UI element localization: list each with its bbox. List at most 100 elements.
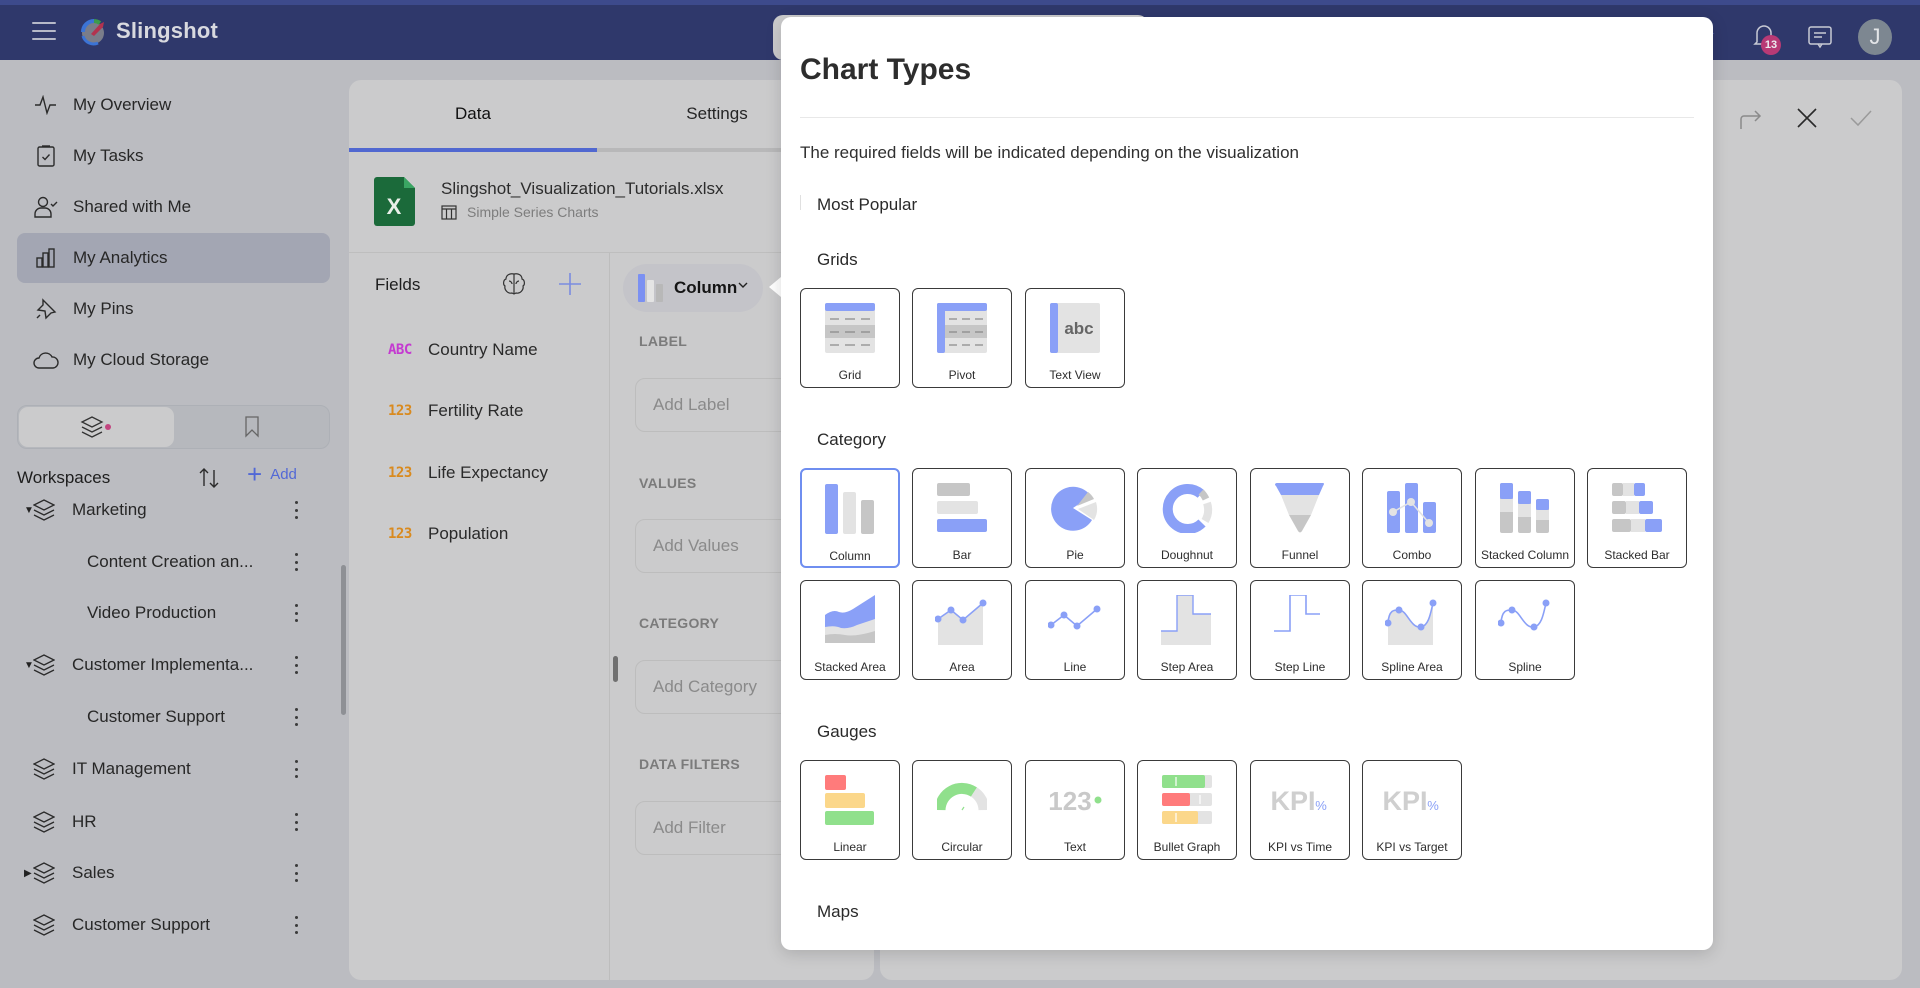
chart-type-label: Spline Area [1381,660,1443,674]
more-options-icon[interactable] [289,498,303,522]
field-item[interactable]: 123 Life Expectancy [388,458,548,488]
sidebar-scrollbar[interactable] [341,565,346,715]
chart-type-spline[interactable]: Spline [1475,580,1575,680]
workspace-label: Video Production [87,603,217,622]
user-avatar[interactable]: J [1858,19,1892,55]
more-options-icon[interactable] [289,861,303,885]
stacked-column-icon [1476,477,1574,539]
workspace-item[interactable]: HR [17,800,330,844]
sidebar-item-my-pins[interactable]: My Pins [17,284,330,334]
chart-type-pivot[interactable]: Pivot [912,288,1012,388]
chart-type-bar[interactable]: Bar [912,468,1012,568]
more-options-icon[interactable] [289,550,303,574]
panel-resize-handle[interactable] [613,656,618,682]
workspace-item[interactable]: Customer Support [17,695,330,739]
chart-type-pie[interactable]: Pie [1025,468,1125,568]
chart-type-stacked-bar[interactable]: Stacked Bar [1587,468,1687,568]
more-options-icon[interactable] [289,913,303,937]
category-section-title: CATEGORY [639,615,720,631]
sort-icon[interactable] [197,466,221,490]
redo-icon [1740,110,1762,129]
chart-type-step-line[interactable]: Step Line [1250,580,1350,680]
sidebar-item-my-cloud-storage[interactable]: My Cloud Storage [17,335,330,385]
chart-type-label: Column [674,278,738,297]
chart-type-text-view[interactable]: abc Text View [1025,288,1125,388]
chart-type-doughnut[interactable]: Doughnut [1137,468,1237,568]
chart-type-area[interactable]: Area [912,580,1012,680]
chevron-down-icon [738,282,748,288]
table-icon [441,204,457,220]
add-label: Add [270,465,297,483]
menu-icon[interactable] [32,22,56,42]
svg-text:X: X [387,194,402,219]
chart-type-selector[interactable]: Column [623,264,763,312]
chart-type-stacked-area[interactable]: Stacked Area [800,580,900,680]
chart-type-funnel[interactable]: Funnel [1250,468,1350,568]
more-options-icon[interactable] [289,810,303,834]
line-chart-icon [1026,589,1124,651]
group-title-gauges: Gauges [817,722,877,741]
chart-type-grid[interactable]: Grid [800,288,900,388]
chart-type-label: Column [829,549,871,563]
sidebar-item-my-overview[interactable]: My Overview [17,80,330,130]
app-name: Slingshot [116,18,219,43]
chart-type-kpi-vs-time[interactable]: KPI% KPI vs Time [1250,760,1350,860]
workspace-item[interactable]: Customer Support [17,903,330,947]
chart-type-text[interactable]: 123 Text [1025,760,1125,860]
chart-type-bullet-graph[interactable]: Bullet Graph [1137,760,1237,860]
chart-type-label: Combo [1392,548,1432,562]
more-options-icon[interactable] [289,653,303,677]
chart-type-circular[interactable]: Circular [912,760,1012,860]
workspace-item[interactable]: ▼ Marketing [17,488,330,532]
workspace-item[interactable]: IT Management [17,747,330,791]
nav-label: My Tasks [73,146,144,165]
caret-right-icon[interactable]: ▶ [24,868,32,879]
chart-type-line[interactable]: Line [1025,580,1125,680]
chart-type-spline-area[interactable]: Spline Area [1362,580,1462,680]
workspace-item[interactable]: Content Creation an... [17,540,330,584]
nav-label: My Overview [73,95,172,114]
chart-type-column[interactable]: Column [800,468,900,568]
redo-button[interactable] [1735,102,1767,134]
chart-type-combo[interactable]: Combo [1362,468,1462,568]
spline-chart-icon [1476,589,1574,651]
number-type-icon: 123 [388,465,412,481]
field-item[interactable]: ABC Country Name [388,335,538,365]
add-field-icon[interactable] [557,271,583,297]
close-button[interactable] [1791,102,1823,134]
field-item[interactable]: 123 Population [388,519,508,549]
brain-icon[interactable] [501,271,527,297]
chat-icon[interactable] [1807,24,1833,50]
confirm-button[interactable] [1845,102,1877,134]
chart-type-label: Text [1063,840,1086,854]
tab-data[interactable]: Data [349,80,597,148]
add-workspace-button[interactable]: + Add [247,459,297,489]
sheet-info: Simple Series Charts [441,204,599,220]
more-options-icon[interactable] [289,601,303,625]
chart-type-step-area[interactable]: Step Area [1137,580,1237,680]
app-logo[interactable]: Slingshot [78,16,218,46]
workspace-item[interactable]: ▼ Customer Implementa... [17,643,330,687]
workspace-item[interactable]: ▶ Sales [17,851,330,895]
chart-type-stacked-column[interactable]: Stacked Column [1475,468,1575,568]
field-item[interactable]: 123 Fertility Rate [388,396,523,426]
chart-type-label: Doughnut [1160,548,1214,562]
layers-icon [32,499,56,521]
segment-workspaces[interactable] [19,407,174,447]
chart-type-kpi-vs-target[interactable]: KPI% KPI vs Target [1362,760,1462,860]
linear-gauge-icon [801,769,899,831]
sidebar-item-my-analytics[interactable]: My Analytics [17,233,330,283]
chart-type-label: Stacked Bar [1604,548,1670,562]
field-name: Population [428,524,509,543]
pin-icon [33,296,59,322]
sidebar-item-shared-with-me[interactable]: Shared with Me [17,182,330,232]
chart-type-linear[interactable]: Linear [800,760,900,860]
group-title-most-popular[interactable]: Most Popular [817,195,917,215]
workspace-item[interactable]: Video Production [17,591,330,635]
notification-badge: 13 [1761,35,1781,55]
more-options-icon[interactable] [289,757,303,781]
more-options-icon[interactable] [289,705,303,729]
sidebar-item-my-tasks[interactable]: My Tasks [17,131,330,181]
plus-icon: + [247,459,263,489]
segment-bookmarks[interactable] [176,407,328,447]
